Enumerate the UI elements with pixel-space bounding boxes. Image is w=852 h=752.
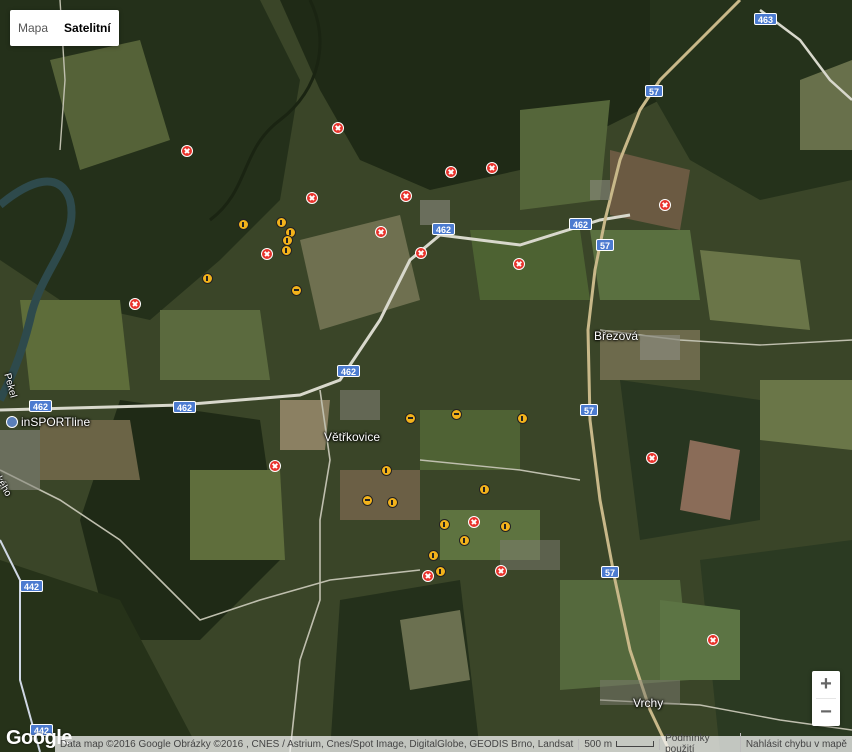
- zoom-in-button[interactable]: +: [812, 671, 840, 698]
- satellite-imagery: [0, 0, 852, 752]
- info-marker-icon[interactable]: [459, 535, 470, 546]
- info-marker-icon[interactable]: [428, 550, 439, 561]
- info-marker-icon[interactable]: [439, 519, 450, 530]
- place-label-brezova[interactable]: Březová: [594, 329, 638, 343]
- road-shield-462: 462: [432, 223, 456, 235]
- closed-marker-icon[interactable]: [306, 192, 318, 204]
- poi-insportline[interactable]: inSPORTline: [6, 415, 90, 429]
- road-shield-462: 462: [569, 218, 593, 230]
- closed-marker-icon[interactable]: [495, 565, 507, 577]
- closed-marker-icon[interactable]: [415, 247, 427, 259]
- road-shield-462: 462: [29, 400, 53, 412]
- closed-marker-icon[interactable]: [400, 190, 412, 202]
- scale-bar-graphic: [616, 741, 655, 747]
- info-marker-icon[interactable]: [291, 285, 302, 296]
- road-shield-462: 462: [337, 365, 361, 377]
- map-type-satellite-button[interactable]: Satelitní: [56, 10, 119, 46]
- shopping-icon: [6, 416, 18, 428]
- place-label-vrchy[interactable]: Vrchy: [633, 696, 663, 710]
- closed-marker-icon[interactable]: [422, 570, 434, 582]
- info-marker-icon[interactable]: [281, 245, 292, 256]
- closed-marker-icon[interactable]: [445, 166, 457, 178]
- road-shield-463: 463: [754, 13, 778, 25]
- closed-marker-icon[interactable]: [375, 226, 387, 238]
- closed-marker-icon[interactable]: [129, 298, 141, 310]
- info-marker-icon[interactable]: [451, 409, 462, 420]
- map-footer: Data map ©2016 Google Obrázky ©2016 , CN…: [55, 733, 852, 752]
- closed-marker-icon[interactable]: [707, 634, 719, 646]
- road-shield-57: 57: [645, 85, 664, 97]
- info-marker-icon[interactable]: [202, 273, 213, 284]
- road-shield-57: 57: [580, 404, 599, 416]
- closed-marker-icon[interactable]: [486, 162, 498, 174]
- closed-marker-icon[interactable]: [659, 199, 671, 211]
- info-marker-icon[interactable]: [517, 413, 528, 424]
- info-marker-icon[interactable]: [381, 465, 392, 476]
- road-shield-462: 462: [173, 401, 197, 413]
- attribution-text: Data map ©2016 Google Obrázky ©2016 , CN…: [60, 738, 574, 750]
- info-marker-icon[interactable]: [276, 217, 287, 228]
- map-type-map-button[interactable]: Mapa: [10, 10, 56, 46]
- info-marker-icon[interactable]: [500, 521, 511, 532]
- info-marker-icon[interactable]: [435, 566, 446, 577]
- info-marker-icon[interactable]: [387, 497, 398, 508]
- zoom-out-button[interactable]: −: [812, 699, 840, 726]
- place-label-vetrkovice[interactable]: Větřkovice: [324, 430, 380, 444]
- info-marker-icon[interactable]: [405, 413, 416, 424]
- closed-marker-icon[interactable]: [269, 460, 281, 472]
- closed-marker-icon[interactable]: [513, 258, 525, 270]
- closed-marker-icon[interactable]: [261, 248, 273, 260]
- scale-bar[interactable]: 500 m: [578, 738, 661, 750]
- road-shield-442: 442: [20, 580, 44, 592]
- closed-marker-icon[interactable]: [181, 145, 193, 157]
- info-marker-icon[interactable]: [362, 495, 373, 506]
- report-error-link[interactable]: Nahlásit chybu v mapě: [741, 739, 852, 750]
- scale-label: 500 m: [584, 738, 613, 750]
- info-marker-icon[interactable]: [479, 484, 490, 495]
- satellite-map[interactable]: 463 57 462 462 57 462 462 462 57 57 442 …: [0, 0, 852, 752]
- closed-marker-icon[interactable]: [646, 452, 658, 464]
- info-marker-icon[interactable]: [238, 219, 249, 230]
- closed-marker-icon[interactable]: [468, 516, 480, 528]
- closed-marker-icon[interactable]: [332, 122, 344, 134]
- zoom-control: + −: [812, 671, 840, 726]
- terms-link[interactable]: Podmínky použití: [660, 733, 741, 752]
- road-shield-57: 57: [601, 566, 620, 578]
- road-shield-57: 57: [596, 239, 615, 251]
- map-type-control: Mapa Satelitní: [10, 10, 119, 46]
